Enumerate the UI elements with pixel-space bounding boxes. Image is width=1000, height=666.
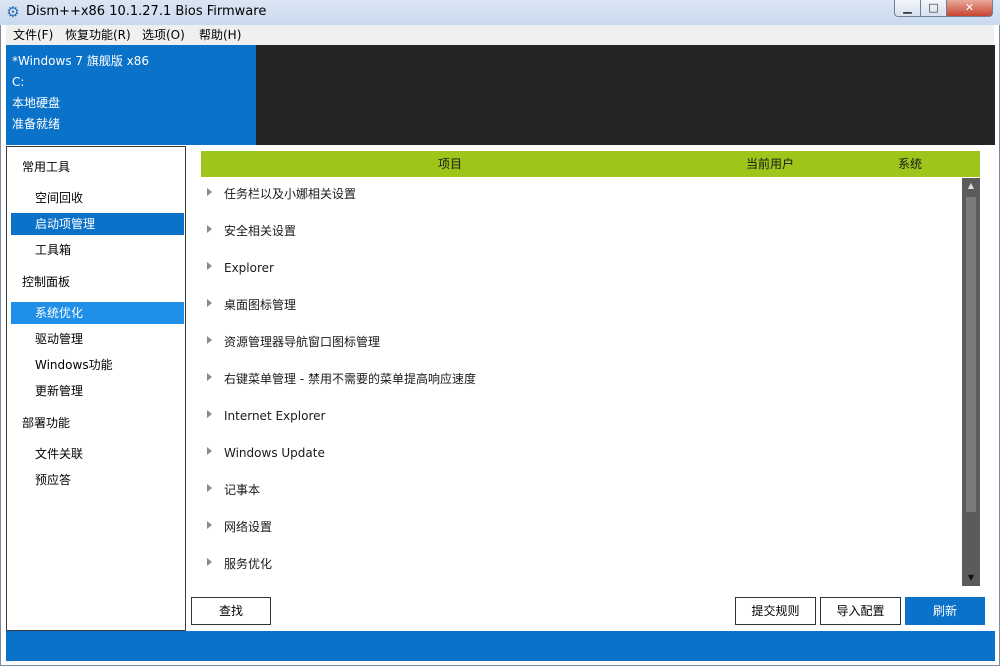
sidebar-item-file-association[interactable]: 文件关联 (11, 443, 184, 465)
gear-icon: ⚙ (6, 3, 20, 21)
triangle-right-icon[interactable] (207, 262, 212, 270)
menu-help[interactable]: 帮助(H) (199, 27, 241, 43)
menu-file[interactable]: 文件(F) (13, 27, 53, 43)
list-item-label: 记事本 (224, 483, 261, 497)
maximize-button[interactable]: □ (920, 0, 947, 17)
sidebar-item-driver-manager[interactable]: 驱动管理 (11, 328, 184, 350)
arrow-down-icon[interactable]: ▼ (962, 570, 980, 586)
sidebar: 常用工具 空间回收 启动项管理 工具箱 控制面板 系统优化 驱动管理 Windo… (6, 146, 186, 631)
triangle-right-icon[interactable] (207, 410, 212, 418)
list-item-label: Internet Explorer (224, 409, 326, 423)
list-item[interactable]: Explorer (202, 249, 962, 286)
list-item-label: 任务栏以及小娜相关设置 (224, 187, 357, 201)
window-title: Dism++x86 10.1.27.1 Bios Firmware (26, 4, 267, 19)
triangle-right-icon[interactable] (207, 225, 212, 233)
close-button[interactable]: ✕ (946, 0, 993, 17)
session-info-panel[interactable]: *Windows 7 旗舰版 x86 C: 本地硬盘 准备就绪 (6, 45, 256, 145)
column-header-current-user[interactable]: 当前用户 (746, 151, 794, 177)
list-item[interactable]: 右键菜单管理 - 禁用不需要的菜单提高响应速度 (202, 360, 962, 397)
sidebar-group-common-tools: 常用工具 (22, 160, 71, 174)
scrollbar-thumb[interactable] (966, 197, 976, 512)
find-button[interactable]: 查找 (191, 597, 271, 625)
triangle-right-icon[interactable] (207, 336, 212, 344)
column-header-item[interactable]: 项目 (438, 151, 462, 177)
list-item[interactable]: Windows Update (202, 434, 962, 471)
list-item-label: Explorer (224, 261, 274, 275)
os-name: *Windows 7 旗舰版 x86 (12, 54, 150, 68)
list-item[interactable]: 安全相关设置 (202, 212, 962, 249)
sidebar-group-deployment: 部署功能 (22, 416, 71, 430)
triangle-right-icon[interactable] (207, 484, 212, 492)
sidebar-group-control-panel: 控制面板 (22, 275, 71, 289)
status-bar (6, 631, 995, 661)
list-item-label: 资源管理器导航窗口图标管理 (224, 335, 381, 349)
menu-bar: 文件(F) 恢复功能(R) 选项(O) 帮助(H) (6, 25, 994, 45)
list-item[interactable]: 网络设置 (202, 508, 962, 545)
list-item[interactable]: Internet Explorer (202, 397, 962, 434)
arrow-up-icon[interactable]: ▲ (962, 178, 980, 194)
triangle-right-icon[interactable] (207, 299, 212, 307)
sidebar-item-startup-manager[interactable]: 启动项管理 (11, 213, 184, 235)
list-item-label: 服务优化 (224, 557, 273, 571)
list-item[interactable]: 桌面图标管理 (202, 286, 962, 323)
list-item[interactable]: 资源管理器导航窗口图标管理 (202, 323, 962, 360)
sidebar-item-windows-features[interactable]: Windows功能 (11, 354, 184, 376)
import-config-button[interactable]: 导入配置 (820, 597, 901, 625)
sidebar-item-space-cleanup[interactable]: 空间回收 (11, 187, 184, 209)
triangle-right-icon[interactable] (207, 447, 212, 455)
refresh-button[interactable]: 刷新 (905, 597, 985, 625)
menu-restore[interactable]: 恢复功能(R) (65, 27, 131, 43)
triangle-right-icon[interactable] (207, 188, 212, 196)
list-item[interactable]: 服务优化 (202, 545, 962, 582)
list-item-label: 桌面图标管理 (224, 298, 297, 312)
drive-letter: C: (12, 75, 25, 89)
disk-type: 本地硬盘 (12, 96, 61, 110)
sidebar-item-answer-file[interactable]: 预应答 (11, 469, 184, 491)
list-item-label: 网络设置 (224, 520, 273, 534)
triangle-right-icon[interactable] (207, 373, 212, 381)
list-item[interactable]: 任务栏以及小娜相关设置 (202, 175, 962, 212)
minimize-button[interactable]: ▁ (894, 0, 921, 17)
list-item[interactable]: 记事本 (202, 471, 962, 508)
sidebar-item-toolbox[interactable]: 工具箱 (11, 239, 184, 261)
session-list-area (256, 45, 995, 145)
title-bar[interactable]: ⚙ Dism++x86 10.1.27.1 Bios Firmware ▁ □ … (0, 0, 1000, 25)
triangle-right-icon[interactable] (207, 558, 212, 566)
submit-rules-button[interactable]: 提交规则 (735, 597, 816, 625)
list-item-label: 安全相关设置 (224, 224, 297, 238)
column-header-system[interactable]: 系统 (898, 151, 922, 177)
menu-options[interactable]: 选项(O) (142, 27, 185, 43)
sidebar-item-system-optimize[interactable]: 系统优化 (11, 302, 184, 324)
session-status: 准备就绪 (12, 117, 61, 131)
triangle-right-icon[interactable] (207, 521, 212, 529)
list-item-label: 右键菜单管理 - 禁用不需要的菜单提高响应速度 (224, 372, 476, 386)
list-item-label: Windows Update (224, 446, 325, 460)
sidebar-item-update-manager[interactable]: 更新管理 (11, 380, 184, 402)
table-header: 项目 当前用户 系统 (201, 151, 980, 177)
